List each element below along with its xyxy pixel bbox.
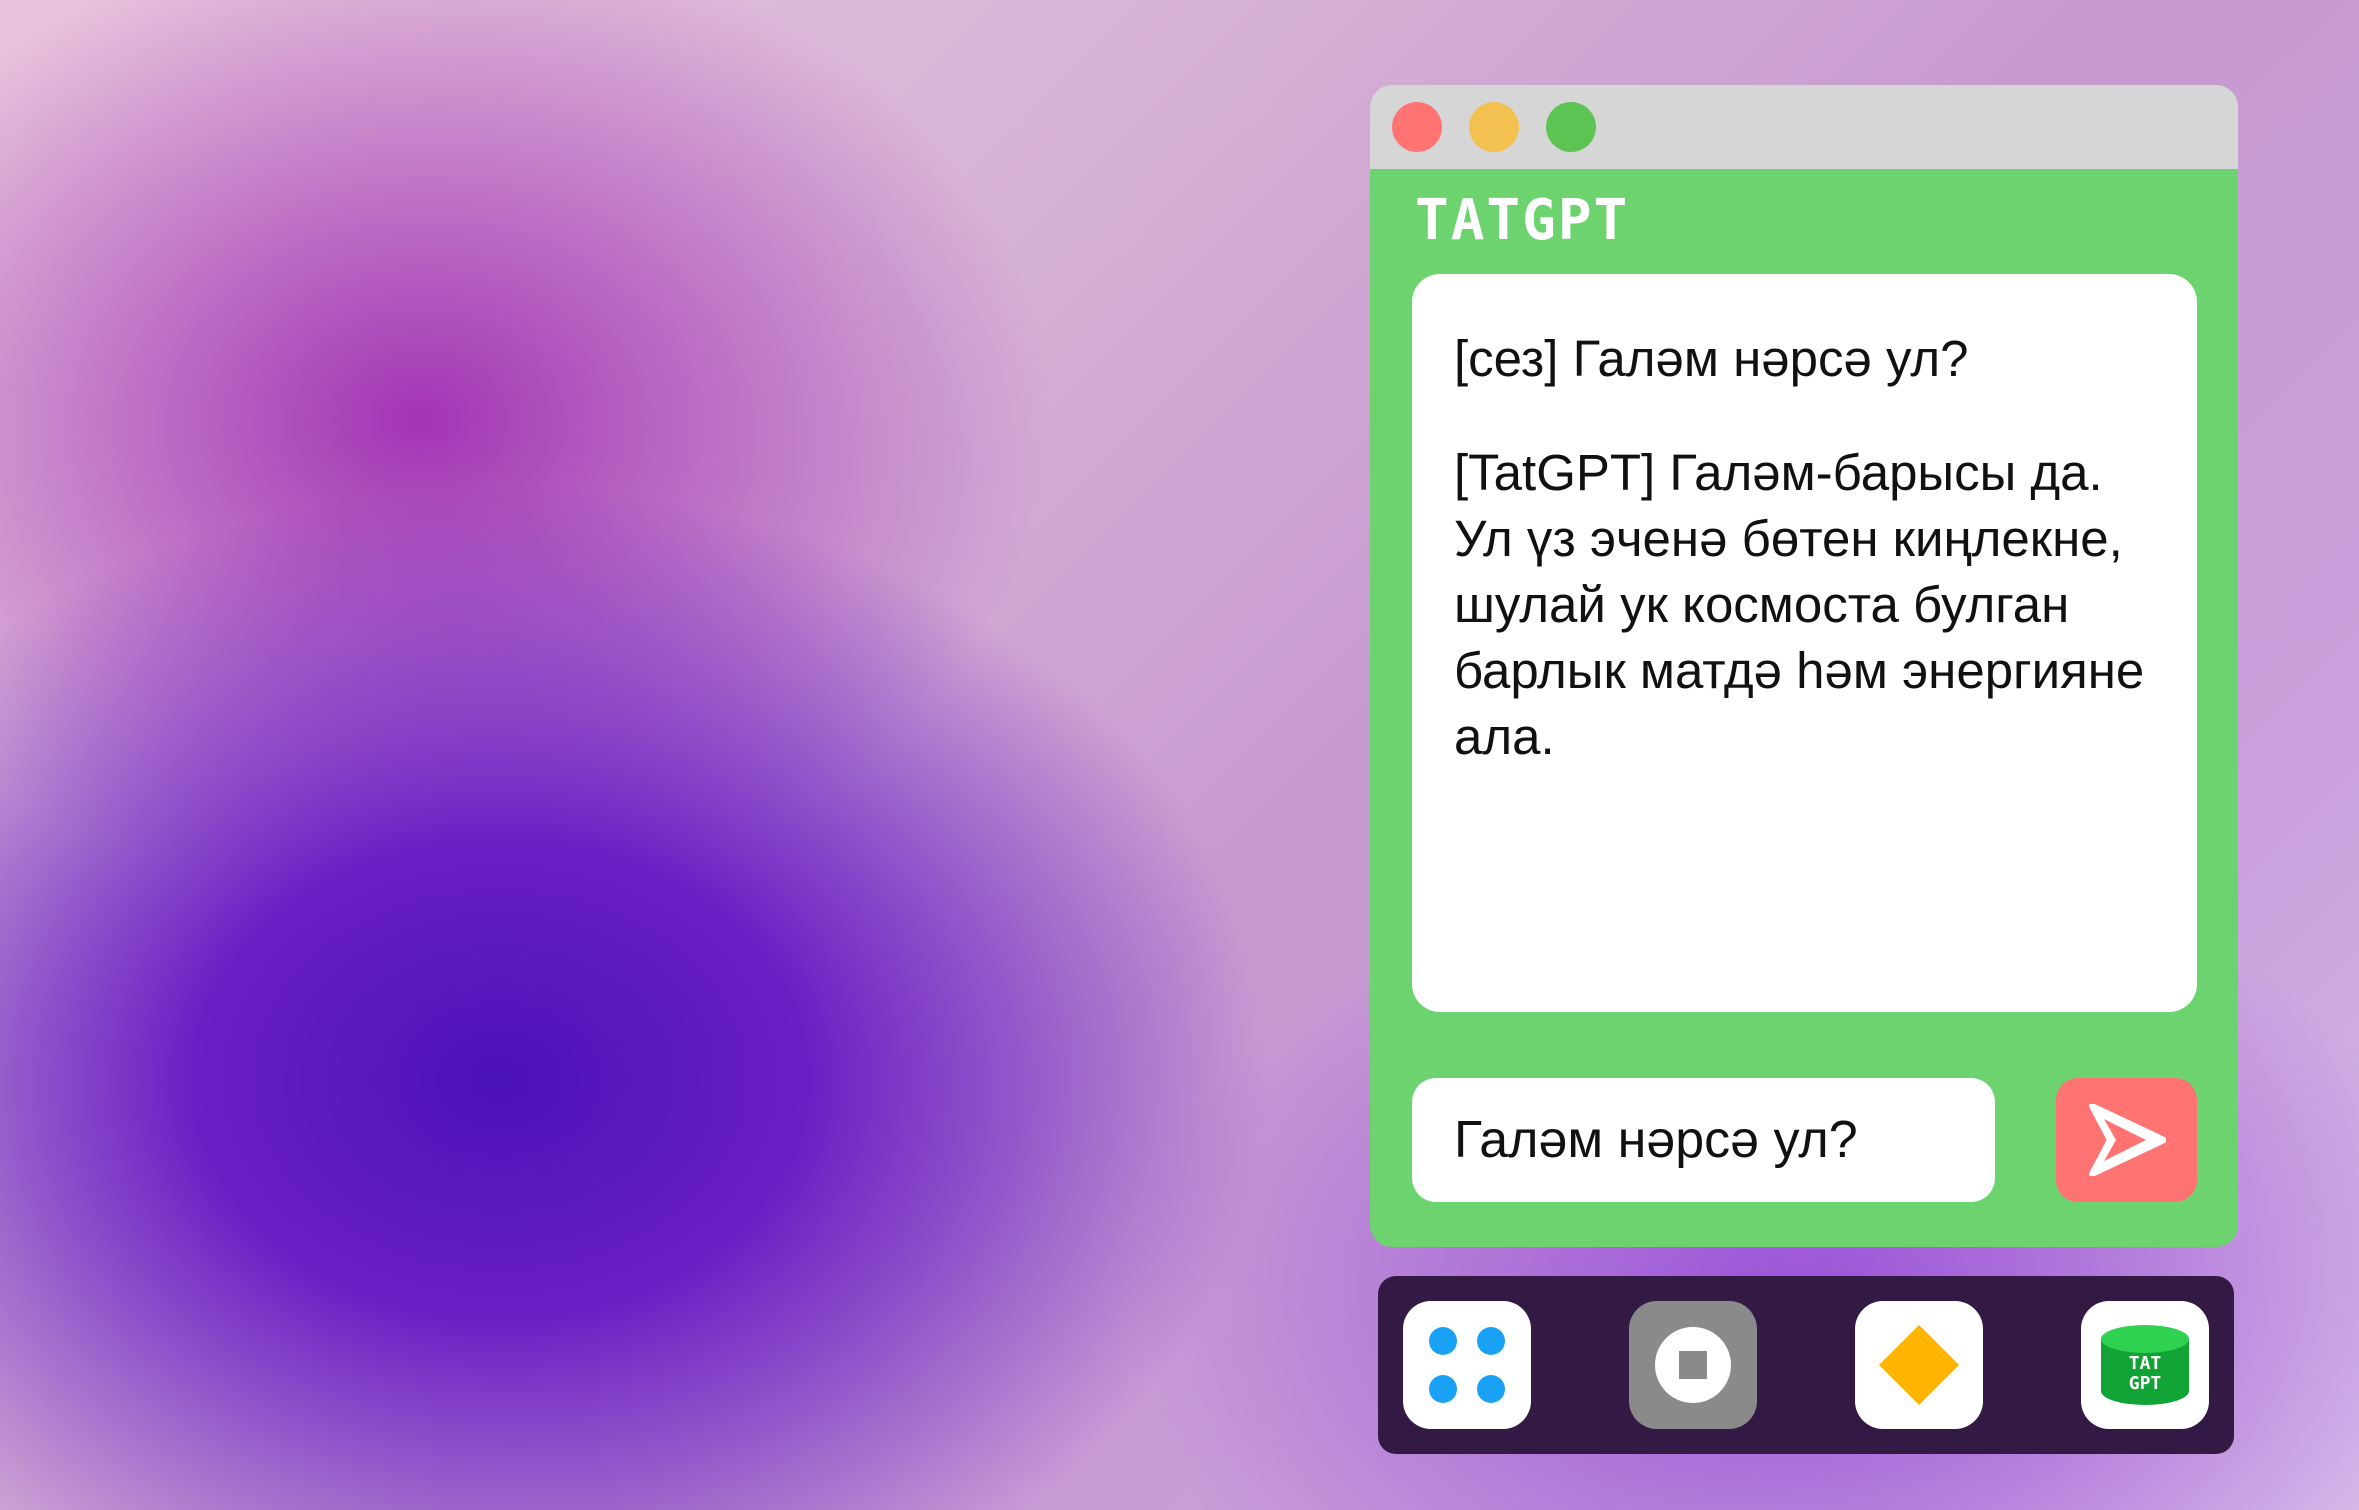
- dock-item-tatgpt-app[interactable]: TAT GPT: [2081, 1301, 2209, 1429]
- stop-circle-icon: [1655, 1327, 1731, 1403]
- dock-item-diamond-app[interactable]: [1855, 1301, 1983, 1429]
- tatgpt-icon-label-line1: TAT: [2129, 1353, 2162, 1374]
- four-dots-grid-icon: [1429, 1327, 1505, 1403]
- maximize-window-button[interactable]: [1546, 102, 1596, 152]
- app-title: TATGPT: [1415, 188, 1630, 253]
- message-input[interactable]: Галәм нәрсә ул?: [1412, 1078, 1995, 1202]
- tatgpt-cylinder-icon: TAT GPT: [2101, 1325, 2189, 1405]
- close-window-button[interactable]: [1392, 102, 1442, 152]
- tatgpt-icon-label-line2: GPT: [2129, 1373, 2162, 1394]
- dock: TAT GPT: [1378, 1276, 2234, 1454]
- user-message: [сез] Галәм нәрсә ул?: [1454, 330, 1969, 387]
- send-button[interactable]: [2056, 1078, 2197, 1202]
- dock-item-stop[interactable]: [1629, 1301, 1757, 1429]
- window-titlebar[interactable]: [1370, 85, 2238, 169]
- send-arrow-icon: [2088, 1104, 2166, 1176]
- assistant-message: [TatGPT] Галәм-барысы да. Ул үз эченә бө…: [1454, 444, 2145, 765]
- dock-item-apps-grid[interactable]: [1403, 1301, 1531, 1429]
- chat-history: [сез] Галәм нәрсә ул? [TatGPT] Галәм-бар…: [1412, 274, 2197, 1012]
- yellow-diamond-icon: [1879, 1325, 1959, 1405]
- message-input-value: Галәм нәрсә ул?: [1454, 1111, 1858, 1169]
- minimize-window-button[interactable]: [1469, 102, 1519, 152]
- desktop-background: TATGPT [сез] Галәм нәрсә ул? [TatGPT] Га…: [0, 0, 2359, 1510]
- tatgpt-window: TATGPT [сез] Галәм нәрсә ул? [TatGPT] Га…: [1370, 85, 2238, 1247]
